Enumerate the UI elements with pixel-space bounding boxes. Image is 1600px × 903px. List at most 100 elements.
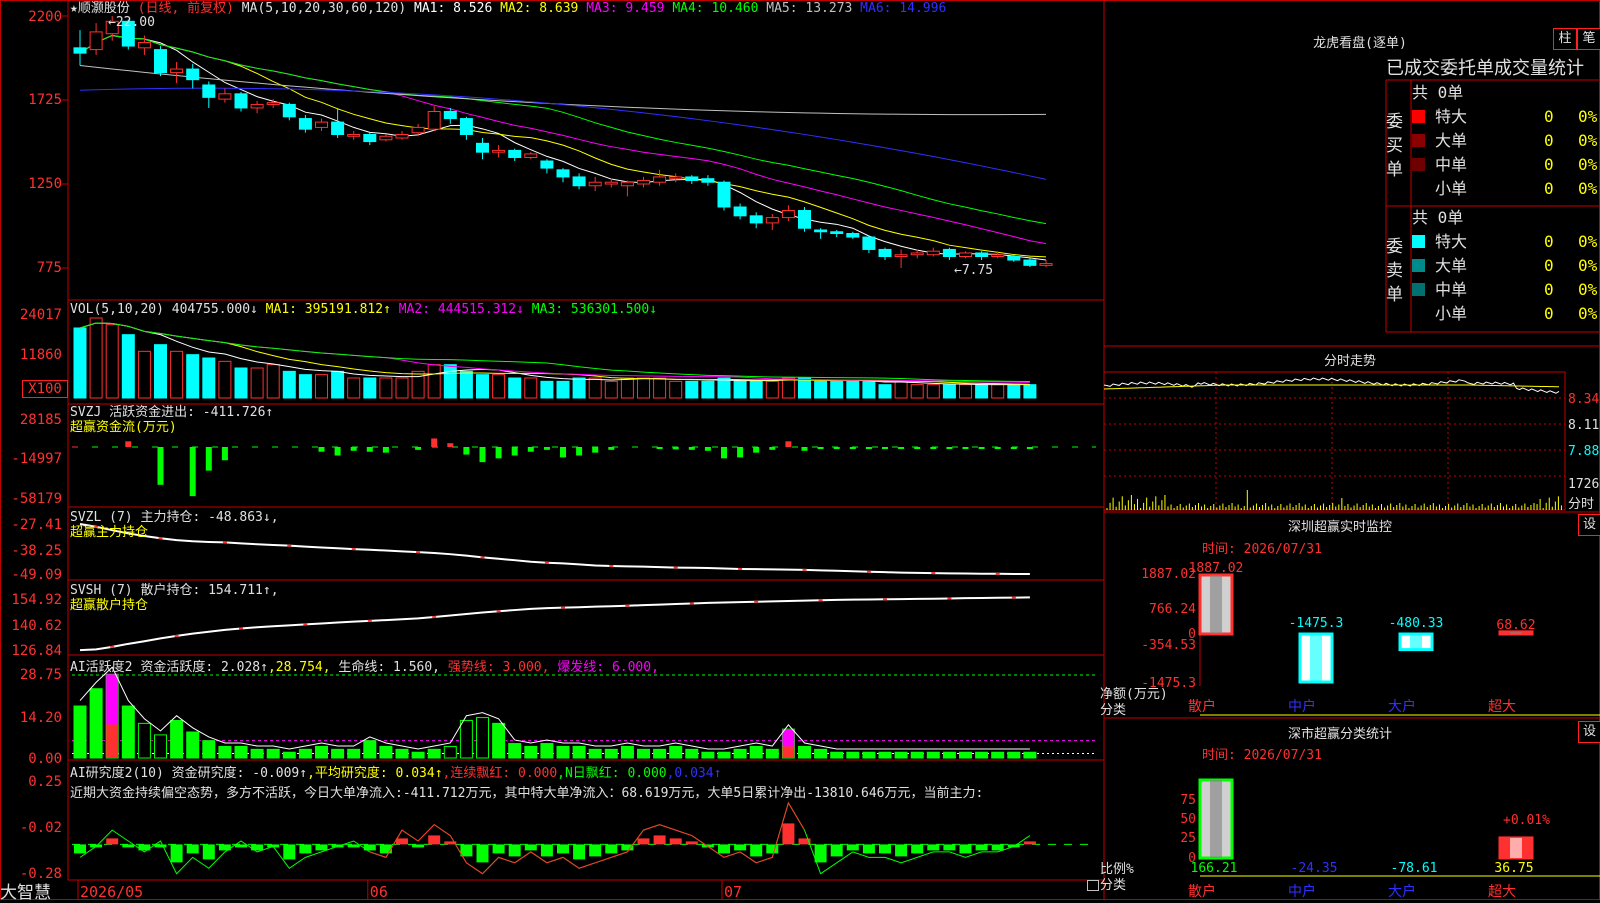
ma2-value: MA2: 8.639 [500,1,579,16]
fenshi-vol: 17267 [1568,477,1600,492]
ai2-p4: ,N日飘红: 0.000 [557,766,667,781]
series-marker [110,645,115,648]
series-marker [931,572,936,575]
monitor-bar-value: 68.62 [1496,618,1535,633]
research-bar [315,844,328,851]
candle-body [669,176,683,180]
volume-bar [427,364,441,399]
activity-bar [572,745,586,759]
flow-bar [527,447,534,452]
research-bar [154,844,167,848]
svzj-sub: 超赢资金流(万元) [70,420,177,435]
research-bar [943,844,956,851]
research-bar [927,844,940,851]
volume-bar [991,384,1005,399]
research-bar [669,838,682,845]
volume-bar [218,360,232,399]
activity-bar [1007,751,1021,759]
stock-name[interactable]: ★顺灏股份 [70,1,130,16]
flow-bar [753,447,760,453]
research-bar [476,844,489,863]
candle-body [894,254,908,258]
lhb-bar-button[interactable]: 柱 [1553,28,1577,50]
series-marker [1011,596,1016,599]
volume-bar [524,377,538,399]
series-marker [416,551,421,554]
activity-bar [121,705,135,759]
research-bar [557,844,569,854]
flow-bar [447,443,454,447]
lhb-stat-button[interactable]: 笔 [1577,28,1600,50]
fenshi-title[interactable]: 分时走势 [1100,350,1600,369]
volume-bar [347,377,361,399]
monitor-settings-button[interactable]: 设 [1578,514,1600,536]
flow-bar [801,447,808,451]
activity-bar [395,748,409,759]
research-bar [605,844,618,854]
volume-bar [685,380,699,399]
row-pct: 0% [1578,304,1598,323]
flow-bar [1026,447,1033,449]
volume-bar [476,374,489,399]
vol-unit-badge[interactable]: X100 [22,380,68,398]
candle-body [492,149,506,153]
kline-header: ★顺灏股份 (日线, 前复权) MA(5,10,20,30,60,120) MA… [70,1,946,16]
candle-body [637,179,650,185]
candle-body [202,84,216,98]
flow-bar [962,447,969,449]
candle-body [572,176,586,187]
candle-body [154,49,167,74]
lhb-title: 龙虎看盘(逐单) [1313,36,1407,51]
series-marker [239,627,243,630]
flow-bar [882,447,888,449]
svzj-axis-0: 28185 [19,412,62,428]
research-bar [975,844,988,851]
flow-bar [898,447,905,449]
candle-body [411,126,425,134]
main-chart-area[interactable]: 2026/05 06 07 1887.02 766.24 0 -354.53 -1475.3 1… [0,0,1600,900]
candle-body [878,248,892,258]
volume-bar [1007,384,1021,399]
stats-bar-value: -24.35 [1291,861,1338,876]
row-label: 特大 [1435,232,1468,251]
activity-bar [556,745,570,759]
lhb-buy-row: 特大 0 0% [1412,106,1600,128]
volume-bar [170,350,184,399]
ma-params: MA(5,10,20,30,60,120) [241,1,407,16]
flow-bar [833,447,840,449]
volume-bar [154,344,167,399]
vol-axis-0: 24017 [19,307,62,323]
activity-bar [588,748,602,759]
activity-bar [862,751,876,759]
candle-body [218,93,232,100]
svsh-axis-1: 140.62 [11,618,62,634]
kline-mode[interactable]: (日线, 前复权) [138,1,234,16]
volume-bar [604,380,618,399]
research-bar [685,841,698,845]
candle-body [298,118,312,130]
stats-settings-button[interactable]: 设 [1578,721,1600,743]
kline-axis-2: 1250 [28,176,62,192]
activity-bar [749,745,763,759]
volume-bar [862,380,876,399]
research-bar [186,844,199,854]
row-pct: 0% [1578,232,1598,251]
stats-axis-label: 50 [1180,812,1196,827]
svzj-axis-2: -58179 [11,491,62,507]
research-bar [492,844,505,854]
monitor-category: 大户 [1388,698,1416,715]
activity-bar [637,748,650,759]
monitor-bar-shade [1310,634,1322,682]
volume-bar [331,370,345,399]
candle-body [701,178,715,183]
candle-body [331,121,345,135]
candle-body [975,252,989,258]
lock-icon[interactable] [1087,880,1099,891]
fenshi-axis-0: 8.34 [1568,392,1600,407]
activity-bar [379,745,393,759]
candle-body [620,181,634,187]
series-marker [818,599,823,602]
volume-bar [250,367,264,399]
monitor-category: 中户 [1288,698,1316,715]
burst-bar-base [782,746,795,758]
